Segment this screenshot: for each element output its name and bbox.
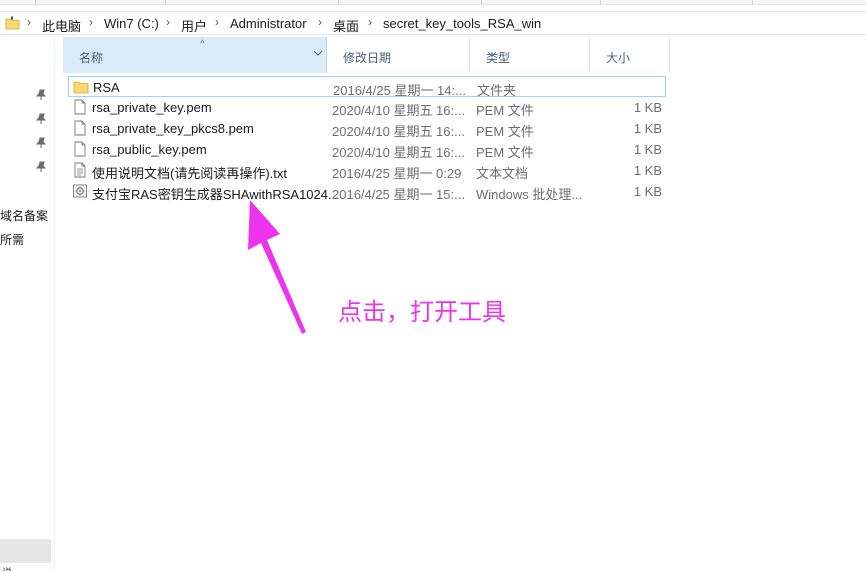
nav-item-selected[interactable]	[0, 539, 51, 563]
pin-icon[interactable]	[35, 161, 47, 173]
file-name: rsa_public_key.pem	[92, 142, 207, 157]
breadcrumb-desktop[interactable]: 桌面	[333, 16, 359, 35]
nav-item-partial[interactable]: 说	[2, 564, 12, 571]
breadcrumb-current-folder[interactable]: secret_key_tools_RSA_win	[383, 16, 541, 31]
file-size: 1 KB	[633, 184, 662, 199]
sort-ascending-icon: ^	[200, 39, 205, 50]
file-name: rsa_private_key_pkcs8.pem	[92, 121, 254, 136]
nav-item-required[interactable]: 所需	[0, 231, 55, 248]
column-header-name-label: 名称	[79, 51, 104, 65]
file-type: 文本文档	[476, 166, 529, 181]
column-header-size[interactable]: 大小	[590, 37, 670, 73]
column-header-date[interactable]: 修改日期	[327, 37, 470, 73]
chevron-right-icon[interactable]: ›	[215, 15, 219, 29]
chevron-right-icon[interactable]: ›	[166, 15, 170, 29]
file-name: 使用说明文档(请先阅读再操作).txt	[92, 166, 287, 181]
column-header-size-label: 大小	[606, 51, 631, 65]
document-icon	[74, 120, 86, 136]
breadcrumb-this-pc[interactable]: 此电脑	[42, 16, 81, 35]
file-row[interactable]: rsa_private_key.pem 2020/4/10 星期五 16:...…	[68, 97, 666, 118]
file-row[interactable]: rsa_private_key_pkcs8.pem 2020/4/10 星期五 …	[68, 118, 666, 139]
document-icon	[74, 141, 86, 157]
batch-file-icon	[73, 184, 87, 198]
file-type: PEM 文件	[476, 124, 534, 139]
chevron-right-icon[interactable]: ›	[368, 15, 372, 29]
text-file-icon	[74, 162, 86, 178]
file-type: Windows 批处理...	[476, 187, 583, 202]
file-size: 1 KB	[633, 163, 662, 178]
column-header-date-label: 修改日期	[343, 51, 392, 65]
file-row[interactable]: 使用说明文档(请先阅读再操作).txt 2016/4/25 星期一 0:29 文…	[68, 160, 666, 181]
column-header-name[interactable]: ^ 名称	[63, 37, 327, 73]
file-row[interactable]: RSA 2016/4/25 星期一 14:... 文件夹	[68, 76, 666, 98]
breadcrumb-administrator[interactable]: Administrator	[230, 16, 307, 31]
breadcrumb-users[interactable]: 用户	[181, 16, 207, 35]
chevron-right-icon[interactable]: ›	[89, 15, 93, 29]
file-name: RSA	[93, 80, 120, 95]
chevron-right-icon[interactable]: ›	[27, 15, 31, 29]
annotation-text: 点击，打开工具	[338, 298, 506, 326]
chevron-right-icon[interactable]: ›	[318, 15, 322, 29]
file-size: 1 KB	[633, 121, 662, 136]
column-header-type[interactable]: 类型	[470, 37, 590, 73]
folder-icon	[5, 16, 20, 30]
file-date: 2016/4/25 星期一 15:...	[332, 187, 465, 202]
file-date: 2020/4/10 星期五 16:...	[332, 124, 465, 139]
file-row[interactable]: rsa_public_key.pem 2020/4/10 星期五 16:... …	[68, 139, 666, 160]
file-type: PEM 文件	[476, 145, 534, 160]
top-strip	[0, 0, 866, 5]
annotation-arrow-icon	[248, 200, 306, 334]
file-date: 2020/4/10 星期五 16:...	[332, 103, 465, 118]
file-name: rsa_private_key.pem	[92, 100, 212, 115]
chevron-down-icon[interactable]	[313, 48, 323, 58]
pin-icon[interactable]	[35, 137, 47, 149]
file-row[interactable]: 支付宝RAS密钥生成器SHAwithRSA1024... 2016/4/25 星…	[68, 181, 666, 202]
navigation-pane: 域名备案 所需 说	[0, 36, 55, 571]
column-header-type-label: 类型	[486, 51, 511, 65]
nav-item-domain-filing[interactable]: 域名备案	[0, 207, 55, 224]
file-size: 1 KB	[633, 142, 662, 157]
column-header-row: ^ 名称 修改日期 类型 大小	[55, 37, 866, 73]
address-bar[interactable]: › 此电脑 › Win7 (C:) › 用户 › Administrator ›…	[0, 11, 866, 35]
folder-icon	[73, 81, 89, 94]
pin-icon[interactable]	[35, 113, 47, 125]
file-type: PEM 文件	[476, 103, 534, 118]
file-date: 2020/4/10 星期五 16:...	[332, 145, 465, 160]
file-size: 1 KB	[633, 100, 662, 115]
document-icon	[74, 99, 86, 115]
breadcrumb-drive[interactable]: Win7 (C:)	[104, 16, 159, 31]
file-date: 2016/4/25 星期一 0:29	[332, 166, 462, 181]
pin-icon[interactable]	[35, 89, 47, 101]
